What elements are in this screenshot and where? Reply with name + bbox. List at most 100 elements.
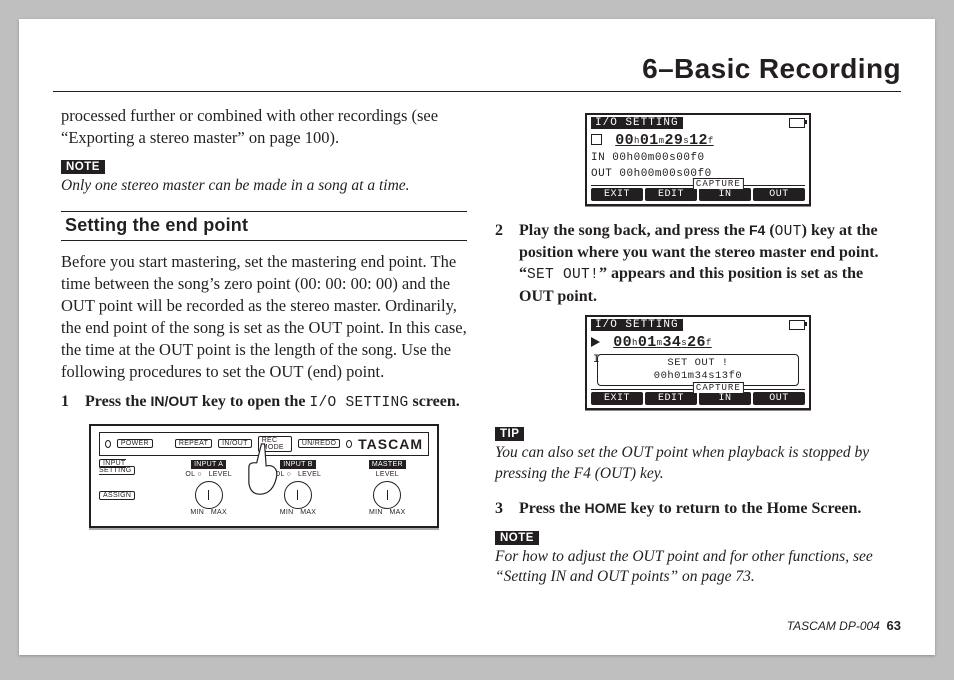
step-body: Press the HOME key to return to the Home… bbox=[519, 498, 901, 519]
content-columns: processed further or combined with other… bbox=[61, 105, 901, 601]
key-home: HOME bbox=[584, 500, 626, 516]
max-label: MAX bbox=[211, 509, 227, 516]
step-text: Press the bbox=[519, 500, 580, 517]
min-label: MIN bbox=[369, 509, 383, 516]
min-label: MIN bbox=[190, 509, 204, 516]
column-left: processed further or combined with other… bbox=[61, 105, 467, 601]
step-2: 2 Play the song back, and press the F4 (… bbox=[495, 220, 901, 308]
lcd-screenshot-1: I/O SETTING 00h01m29s12f IN 00h00m00s00f… bbox=[585, 113, 811, 206]
column-right: I/O SETTING 00h01m29s12f IN 00h00m00s00f… bbox=[495, 105, 901, 601]
capture-label: CAPTURE bbox=[693, 178, 744, 189]
tc-m: 01 bbox=[638, 334, 657, 351]
popup-line1: SET OUT ! bbox=[604, 357, 792, 370]
recmode-button: REC MODE bbox=[258, 436, 292, 452]
step-text: key to open the bbox=[202, 393, 306, 410]
battery-icon bbox=[789, 320, 805, 330]
max-label: MAX bbox=[300, 509, 316, 516]
softkey-out: OUT bbox=[753, 392, 805, 405]
tc-f: 12 bbox=[689, 132, 708, 149]
knob-icon bbox=[373, 481, 401, 509]
play-icon bbox=[591, 337, 600, 347]
lcd-timecode: 00h01m34s26f bbox=[611, 333, 714, 352]
master-label: MASTER bbox=[369, 460, 406, 469]
knob-icon bbox=[284, 481, 312, 509]
ol-label: OL bbox=[275, 471, 285, 478]
capture-label: CAPTURE bbox=[693, 382, 744, 393]
step-3: 3 Press the HOME key to return to the Ho… bbox=[495, 498, 901, 519]
power-led-icon bbox=[105, 440, 111, 448]
page-footer: TASCAM DP-004 63 bbox=[787, 618, 901, 633]
input-b-label: INPUT B bbox=[280, 460, 316, 469]
note-body: Only one stereo master can be made in a … bbox=[61, 176, 467, 196]
softkey-edit: EDIT bbox=[645, 188, 697, 201]
lcd-in-value: IN 00h00m00s00f0 bbox=[591, 152, 805, 166]
level-label: LEVEL bbox=[209, 471, 232, 478]
page-number: 63 bbox=[887, 618, 901, 633]
step-text: Press the bbox=[85, 393, 146, 410]
level-label: LEVEL bbox=[298, 471, 321, 478]
note-label-2: NOTE bbox=[495, 531, 539, 545]
brand-logo: TASCAM bbox=[358, 436, 423, 452]
lcd-title: I/O SETTING bbox=[591, 117, 683, 129]
softkey-exit: EXIT bbox=[591, 392, 643, 405]
power-button: POWER bbox=[117, 439, 153, 448]
max-label: MAX bbox=[390, 509, 406, 516]
knob-icon bbox=[195, 481, 223, 509]
level-label: LEVEL bbox=[376, 471, 399, 478]
key-inout: IN/OUT bbox=[150, 393, 197, 409]
softkey-exit: EXIT bbox=[591, 188, 643, 201]
led-icon bbox=[346, 440, 352, 448]
tc-s: 34 bbox=[662, 334, 681, 351]
key-out: OUT bbox=[775, 224, 802, 240]
master-block: MASTER LEVEL MIN MAX bbox=[346, 460, 429, 516]
ol-label: OL bbox=[185, 471, 195, 478]
device-panel-illustration: POWER REPEAT IN/OUT REC MODE UN/REDO TAS… bbox=[89, 424, 439, 528]
softkey-in: IN bbox=[699, 188, 751, 201]
note-body-2: For how to adjust the OUT point and for … bbox=[495, 547, 901, 588]
softkey-edit: EDIT bbox=[645, 392, 697, 405]
title-rule bbox=[53, 91, 901, 92]
tc-h: 00 bbox=[615, 132, 634, 149]
lcd-title: I/O SETTING bbox=[591, 319, 683, 331]
assign-button: ASSIGN bbox=[99, 491, 135, 500]
lcd-screenshot-2: I/O SETTING 00h01m34s26f I SET OUT ! 00h… bbox=[585, 315, 811, 410]
step-body: Press the IN/OUT key to open the I/O SET… bbox=[85, 391, 467, 413]
screen-name: I/O SETTING bbox=[309, 395, 408, 411]
intro-paragraph: processed further or combined with other… bbox=[61, 105, 467, 149]
undo-button: UN/REDO bbox=[298, 439, 340, 448]
lcd-softkey-row: CAPTURE EXIT EDIT IN OUT bbox=[591, 389, 805, 405]
step-text: Play the song back, and press the bbox=[519, 222, 745, 239]
lcd-softkey-row: CAPTURE EXIT EDIT IN OUT bbox=[591, 185, 805, 201]
stop-icon bbox=[591, 134, 602, 145]
step-number: 3 bbox=[495, 498, 509, 519]
step-text: key to return to the Home Screen. bbox=[630, 500, 861, 517]
repeat-button: REPEAT bbox=[175, 439, 212, 448]
min-label: MIN bbox=[280, 509, 294, 516]
footer-brand: TASCAM DP-004 bbox=[787, 619, 880, 633]
tc-s: 29 bbox=[664, 132, 683, 149]
input-b-block: INPUT B OL ○ LEVEL MIN MAX bbox=[256, 460, 339, 516]
section-heading: Setting the end point bbox=[61, 211, 467, 241]
input-a-block: INPUT A OL ○ LEVEL MIN MAX bbox=[167, 460, 250, 516]
battery-icon bbox=[789, 118, 805, 128]
tip-label: TIP bbox=[495, 427, 524, 441]
manual-page: 6–Basic Recording processed further or c… bbox=[19, 19, 935, 655]
section-body: Before you start mastering, set the mast… bbox=[61, 251, 467, 384]
inout-button: IN/OUT bbox=[218, 439, 252, 448]
step-number: 2 bbox=[495, 220, 509, 308]
device-knob-row: INPUT SETTING ASSIGN INPUT A OL ○ LEVEL … bbox=[99, 460, 429, 516]
softkey-in: IN bbox=[699, 392, 751, 405]
chapter-title: 6–Basic Recording bbox=[642, 53, 901, 85]
softkey-out: OUT bbox=[753, 188, 805, 201]
tc-f: 26 bbox=[687, 334, 706, 351]
device-top-row: POWER REPEAT IN/OUT REC MODE UN/REDO TAS… bbox=[99, 432, 429, 456]
key-f4: F4 bbox=[749, 222, 765, 238]
input-setting-button: INPUT SETTING bbox=[99, 459, 135, 475]
step-number: 1 bbox=[61, 391, 75, 413]
msg-set-out: SET OUT! bbox=[527, 267, 599, 283]
step-body: Play the song back, and press the F4 (OU… bbox=[519, 220, 901, 308]
lcd-timecode: 00h01m29s12f bbox=[613, 131, 716, 150]
input-a-label: INPUT A bbox=[191, 460, 226, 469]
tc-m: 01 bbox=[640, 132, 659, 149]
tc-h: 00 bbox=[613, 334, 632, 351]
